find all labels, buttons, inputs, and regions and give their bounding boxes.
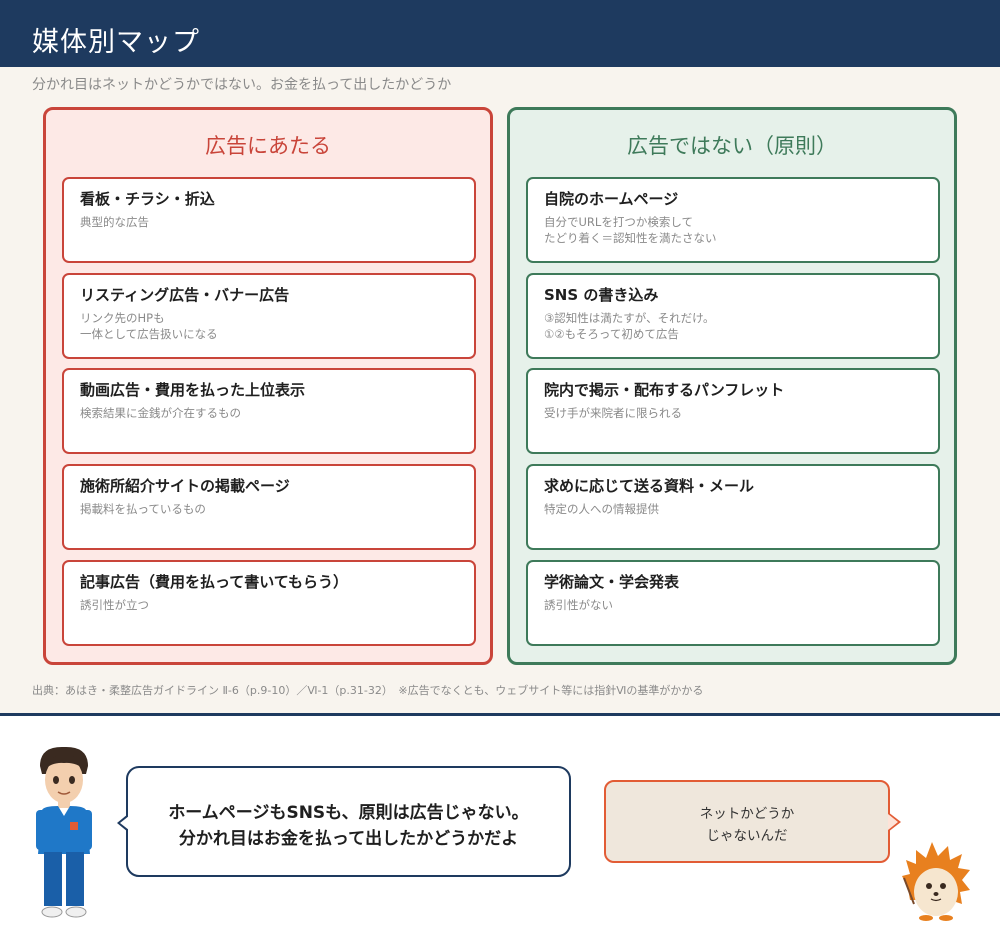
ad-card: リスティング広告・バナー広告 リンク先のHPも一体として広告扱いになる	[62, 273, 476, 359]
non-ad-card: SNS の書き込み ③認知性は満たすが、それだけ。 ①②もそろって初めて広告	[526, 273, 940, 359]
card-title: 学術論文・学会発表	[544, 573, 680, 591]
card-desc: 誘引性がない	[544, 597, 613, 613]
card-desc-line: ①②もそろって初めて広告	[544, 327, 679, 341]
card-desc-line: 自分でURLを打つか検索して	[544, 215, 693, 229]
divider	[0, 713, 1000, 716]
card-desc: リンク先のHPも一体として広告扱いになる	[80, 310, 218, 342]
card-title: 看板・チラシ・折込	[80, 190, 215, 208]
card-title: 求めに応じて送る資料・メール	[544, 477, 755, 495]
page-title: 媒体別マップ	[32, 27, 200, 58]
card-desc: 誘引性が立つ	[80, 597, 149, 613]
speech-line: ネットかどうか	[699, 806, 795, 822]
card-desc-line: リンク先のHPも	[80, 311, 165, 325]
non-ad-panel: 広告ではない（原則） 自院のホームページ 自分でURLを打つか検索してたどり着く…	[507, 107, 957, 665]
hedgehog-mascot-icon	[902, 842, 970, 921]
card-desc: 自分でURLを打つか検索してたどり着く＝認知性を満たさない	[544, 214, 717, 246]
ad-card: 記事広告（費用を払って書いてもらう） 誘引性が立つ	[62, 560, 476, 646]
card-title: SNS の書き込み	[544, 286, 659, 304]
card-desc-line: 特定の人への情報提供	[544, 502, 659, 516]
subtitle: 分かれ目はネットかどうかではない。お金を払って出したかどうか	[32, 77, 452, 93]
card-desc-line: たどり着く＝認知性を満たさない	[544, 231, 717, 245]
speech-line: 分かれ目はお金を払って出したかどうかだよ	[178, 829, 519, 849]
card-desc: 典型的な広告	[80, 214, 149, 230]
non-ad-panel-title: 広告ではない（原則）	[627, 134, 837, 158]
header-bar: 媒体別マップ	[0, 0, 1000, 67]
card-desc-line: 誘引性が立つ	[80, 598, 149, 612]
card-desc-line: 受け手が来院者に限られる	[544, 406, 682, 420]
ad-card: 施術所紹介サイトの掲載ページ 掲載料を払っているもの	[62, 464, 476, 550]
card-title: リスティング広告・バナー広告	[80, 286, 290, 304]
card-desc-line: 典型的な広告	[80, 215, 149, 229]
therapist-character-icon	[36, 746, 92, 918]
card-desc-line: 誘引性がない	[544, 598, 613, 612]
non-ad-card: 院内で掲示・配布するパンフレット 受け手が来院者に限られる	[526, 368, 940, 454]
card-desc: 特定の人への情報提供	[544, 501, 659, 517]
slide: 媒体別マップ 分かれ目はネットかどうかではない。お金を払って出したかどうか 広告…	[0, 0, 1000, 716]
ad-panel-title: 広告にあたる	[205, 134, 331, 158]
card-desc: 検索結果に金銭が介在するもの	[80, 405, 241, 421]
card-title: 施術所紹介サイトの掲載ページ	[80, 477, 290, 495]
source-note: 出典：あはき・柔整広告ガイドライン Ⅱ-6（p.9-10）／Ⅵ-1（p.31-3…	[32, 684, 704, 697]
side-speech-bubble: ネットかどうか じゃないんだ	[604, 780, 901, 863]
main-speech-bubble: ホームページもSNSも、原則は広告じゃない。 分かれ目はお金を払って出したかどう…	[117, 766, 571, 877]
speech-line: じゃないんだ	[706, 828, 788, 844]
card-title: 記事広告（費用を払って書いてもらう）	[80, 573, 349, 591]
card-desc-line: 一体として広告扱いになる	[80, 327, 218, 341]
ad-card: 動画広告・費用を払った上位表示 検索結果に金銭が介在するもの	[62, 368, 476, 454]
card-title: 院内で掲示・配布するパンフレット	[544, 381, 785, 399]
card-title: 自院のホームページ	[544, 190, 679, 208]
card-desc: 掲載料を払っているもの	[80, 501, 206, 517]
card-desc: ③認知性は満たすが、それだけ。 ①②もそろって初めて広告	[544, 310, 715, 342]
speech-line: ホームページもSNSも、原則は広告じゃない。	[168, 803, 529, 823]
card-desc: 受け手が来院者に限られる	[544, 405, 682, 421]
ad-panel: 広告にあたる 看板・チラシ・折込 典型的な広告 リスティング広告・バナー広告 リ…	[43, 107, 493, 665]
non-ad-card: 自院のホームページ 自分でURLを打つか検索してたどり着く＝認知性を満たさない	[526, 177, 940, 263]
non-ad-card: 学術論文・学会発表 誘引性がない	[526, 560, 940, 646]
card-title: 動画広告・費用を払った上位表示	[80, 381, 306, 399]
card-desc-line: 検索結果に金銭が介在するもの	[80, 406, 241, 420]
card-desc-line: ③認知性は満たすが、それだけ。	[544, 311, 715, 325]
card-desc-line: 掲載料を払っているもの	[80, 502, 206, 516]
ad-card: 看板・チラシ・折込 典型的な広告	[62, 177, 476, 263]
bubble-tail-fill	[888, 814, 898, 830]
non-ad-card: 求めに応じて送る資料・メール 特定の人への情報提供	[526, 464, 940, 550]
